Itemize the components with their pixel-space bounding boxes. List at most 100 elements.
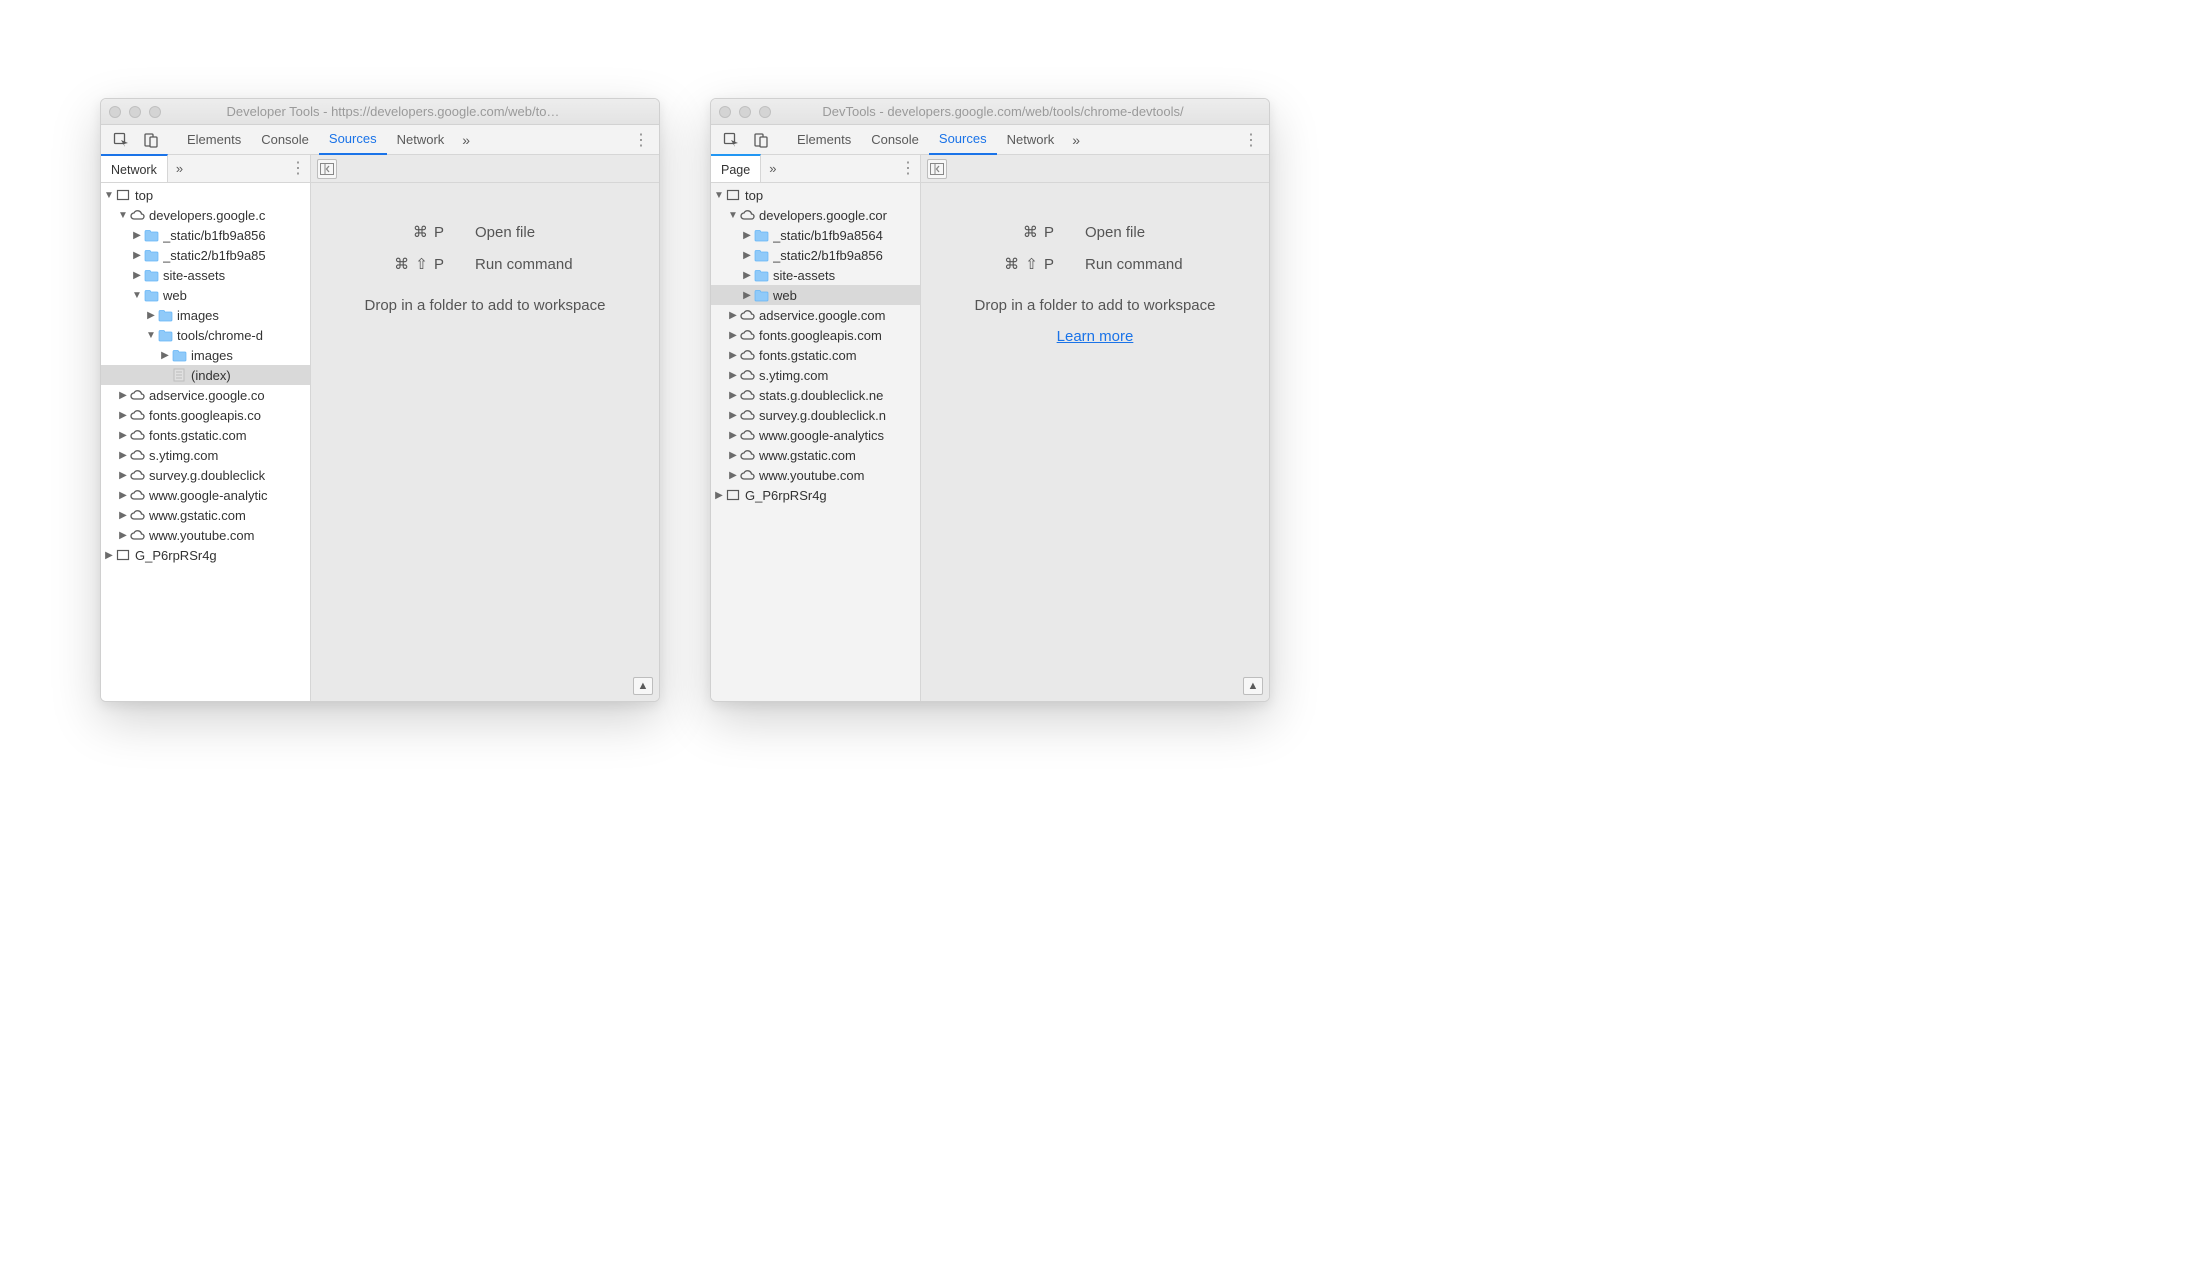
tree-node[interactable]: ▶_static2/b1fb9a856: [711, 245, 920, 265]
disclosure-arrow-icon[interactable]: ▶: [117, 490, 129, 501]
disclosure-arrow-icon[interactable]: ▼: [117, 210, 129, 221]
tree-node[interactable]: ▶site-assets: [101, 265, 310, 285]
disclosure-arrow-icon[interactable]: ▶: [727, 390, 739, 401]
disclosure-arrow-icon[interactable]: ▼: [727, 210, 739, 221]
navigator-menu-icon[interactable]: ⋮: [286, 155, 310, 182]
tab-console[interactable]: Console: [251, 125, 319, 155]
disclosure-arrow-icon[interactable]: ▼: [145, 330, 157, 341]
tree-node[interactable]: ▶G_P6rpRSr4g: [711, 485, 920, 505]
tree-node[interactable]: ▶s.ytimg.com: [711, 365, 920, 385]
disclosure-arrow-icon[interactable]: ▶: [727, 450, 739, 461]
tree-node[interactable]: ▶_static2/b1fb9a85: [101, 245, 310, 265]
tabs-overflow-icon[interactable]: »: [1064, 132, 1088, 148]
tree-node[interactable]: ▶site-assets: [711, 265, 920, 285]
tab-console[interactable]: Console: [861, 125, 929, 155]
disclosure-arrow-icon[interactable]: ▶: [741, 270, 753, 281]
disclosure-arrow-icon[interactable]: ▼: [103, 190, 115, 201]
collapse-navigator-icon[interactable]: [927, 159, 947, 179]
disclosure-arrow-icon[interactable]: ▶: [713, 490, 725, 501]
navigator-menu-icon[interactable]: ⋮: [896, 155, 920, 182]
learn-more-link[interactable]: Learn more: [1057, 328, 1134, 345]
device-toggle-icon[interactable]: [747, 126, 775, 154]
tree-node[interactable]: ▶www.google-analytic: [101, 485, 310, 505]
show-drawer-icon[interactable]: ▲: [1243, 677, 1263, 695]
navigator-tabs-overflow-icon[interactable]: »: [761, 155, 784, 182]
tab-elements[interactable]: Elements: [787, 125, 861, 155]
tree-node[interactable]: ▶fonts.googleapis.co: [101, 405, 310, 425]
disclosure-arrow-icon[interactable]: ▶: [727, 310, 739, 321]
tree-node[interactable]: ▶www.youtube.com: [101, 525, 310, 545]
tree-node[interactable]: ▶_static/b1fb9a856: [101, 225, 310, 245]
disclosure-arrow-icon[interactable]: ▶: [117, 470, 129, 481]
disclosure-arrow-icon[interactable]: ▶: [131, 270, 143, 281]
tree-node[interactable]: ▶G_P6rpRSr4g: [101, 545, 310, 565]
tab-network[interactable]: Network: [387, 125, 455, 155]
tree-node[interactable]: ▼developers.google.c: [101, 205, 310, 225]
tree-node[interactable]: ▶www.gstatic.com: [711, 445, 920, 465]
tree-node[interactable]: ▶images: [101, 345, 310, 365]
disclosure-arrow-icon[interactable]: ▶: [117, 390, 129, 401]
disclosure-arrow-icon[interactable]: ▶: [741, 290, 753, 301]
disclosure-arrow-icon[interactable]: ▼: [713, 190, 725, 201]
disclosure-arrow-icon[interactable]: ▶: [117, 430, 129, 441]
disclosure-arrow-icon[interactable]: ▶: [131, 230, 143, 241]
tab-network[interactable]: Network: [997, 125, 1065, 155]
tree-node[interactable]: ▼web: [101, 285, 310, 305]
disclosure-arrow-icon[interactable]: ▶: [131, 250, 143, 261]
minimize-icon[interactable]: [739, 106, 751, 118]
tree-node[interactable]: ▶survey.g.doubleclick.n: [711, 405, 920, 425]
tab-elements[interactable]: Elements: [177, 125, 251, 155]
file-tree[interactable]: ▼top▼developers.google.cor▶_static/b1fb9…: [711, 183, 920, 701]
tree-node[interactable]: ▼top: [711, 185, 920, 205]
tree-node[interactable]: ▶adservice.google.co: [101, 385, 310, 405]
settings-menu-icon[interactable]: ⋮: [629, 130, 653, 150]
show-drawer-icon[interactable]: ▲: [633, 677, 653, 695]
tree-node[interactable]: ▶adservice.google.com: [711, 305, 920, 325]
settings-menu-icon[interactable]: ⋮: [1239, 130, 1263, 150]
inspect-element-icon[interactable]: [717, 126, 745, 154]
disclosure-arrow-icon[interactable]: ▶: [103, 550, 115, 561]
disclosure-arrow-icon[interactable]: ▶: [727, 370, 739, 381]
navigator-tab-network[interactable]: Network: [101, 154, 168, 182]
tree-node[interactable]: ▶www.gstatic.com: [101, 505, 310, 525]
collapse-navigator-icon[interactable]: [317, 159, 337, 179]
close-icon[interactable]: [109, 106, 121, 118]
disclosure-arrow-icon[interactable]: ▶: [741, 250, 753, 261]
disclosure-arrow-icon[interactable]: ▶: [159, 350, 171, 361]
tree-node[interactable]: ▶stats.g.doubleclick.ne: [711, 385, 920, 405]
file-tree[interactable]: ▼top▼developers.google.c▶_static/b1fb9a8…: [101, 183, 310, 701]
tree-node[interactable]: ▶images: [101, 305, 310, 325]
zoom-icon[interactable]: [759, 106, 771, 118]
disclosure-arrow-icon[interactable]: ▶: [727, 430, 739, 441]
tab-sources[interactable]: Sources: [319, 125, 387, 155]
device-toggle-icon[interactable]: [137, 126, 165, 154]
disclosure-arrow-icon[interactable]: ▶: [117, 530, 129, 541]
navigator-tabs-overflow-icon[interactable]: »: [168, 155, 191, 182]
disclosure-arrow-icon[interactable]: ▼: [131, 290, 143, 301]
inspect-element-icon[interactable]: [107, 126, 135, 154]
tree-node[interactable]: (index): [101, 365, 310, 385]
disclosure-arrow-icon[interactable]: ▶: [145, 310, 157, 321]
zoom-icon[interactable]: [149, 106, 161, 118]
disclosure-arrow-icon[interactable]: ▶: [727, 350, 739, 361]
tree-node[interactable]: ▶survey.g.doubleclick: [101, 465, 310, 485]
tree-node[interactable]: ▶fonts.googleapis.com: [711, 325, 920, 345]
disclosure-arrow-icon[interactable]: ▶: [741, 230, 753, 241]
tree-node[interactable]: ▶www.youtube.com: [711, 465, 920, 485]
disclosure-arrow-icon[interactable]: ▶: [727, 470, 739, 481]
disclosure-arrow-icon[interactable]: ▶: [727, 330, 739, 341]
tree-node[interactable]: ▶s.ytimg.com: [101, 445, 310, 465]
navigator-tab-page[interactable]: Page: [711, 154, 761, 182]
tree-node[interactable]: ▼top: [101, 185, 310, 205]
disclosure-arrow-icon[interactable]: ▶: [117, 410, 129, 421]
tree-node[interactable]: ▶_static/b1fb9a8564: [711, 225, 920, 245]
tree-node[interactable]: ▼tools/chrome-d: [101, 325, 310, 345]
disclosure-arrow-icon[interactable]: ▶: [117, 450, 129, 461]
tree-node[interactable]: ▶web: [711, 285, 920, 305]
tabs-overflow-icon[interactable]: »: [454, 132, 478, 148]
tree-node[interactable]: ▶fonts.gstatic.com: [101, 425, 310, 445]
disclosure-arrow-icon[interactable]: ▶: [727, 410, 739, 421]
minimize-icon[interactable]: [129, 106, 141, 118]
tab-sources[interactable]: Sources: [929, 125, 997, 155]
tree-node[interactable]: ▶www.google-analytics: [711, 425, 920, 445]
